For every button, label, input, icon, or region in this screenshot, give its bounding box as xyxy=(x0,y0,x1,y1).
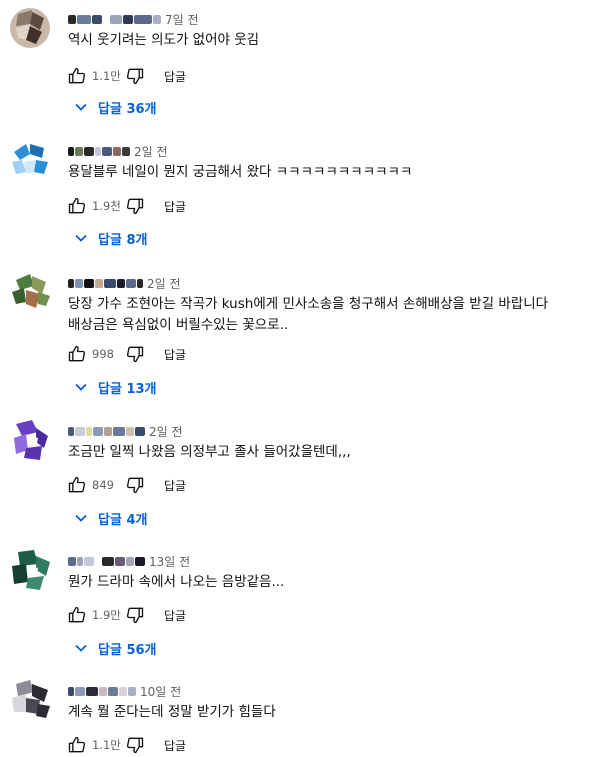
comment-actions: 1.1만 답글 xyxy=(66,733,186,757)
like-count: 998 xyxy=(92,347,114,361)
reply-button[interactable]: 답글 xyxy=(164,607,186,624)
author-name-redacted[interactable] xyxy=(68,14,161,24)
like-icon[interactable] xyxy=(66,65,88,87)
like-count: 1.9천 xyxy=(92,199,121,213)
dislike-icon[interactable] xyxy=(124,343,146,365)
comment-timestamp[interactable]: 2일 전 xyxy=(134,143,168,160)
comment-actions: 849 답글 xyxy=(66,473,186,497)
reply-button[interactable]: 답글 xyxy=(164,198,186,215)
view-replies-button[interactable]: 답글 8개 xyxy=(74,227,147,249)
chevron-down-icon xyxy=(75,103,87,111)
author-line: 2일 전 xyxy=(68,274,181,292)
comment-text: 당장 가수 조현아는 작곡가 kush에게 민사소송을 청구해서 손해배상을 받… xyxy=(68,296,549,333)
avatar[interactable] xyxy=(8,270,52,314)
like-count: 1.9만 xyxy=(92,608,121,622)
chevron-down-icon xyxy=(75,514,87,522)
comment-text: 조금만 일찍 나왔음 의정부고 졸사 들어갔을텐데,,, xyxy=(68,444,351,460)
avatar[interactable] xyxy=(8,548,52,592)
reply-button[interactable]: 답글 xyxy=(164,477,186,494)
author-name-redacted[interactable] xyxy=(68,686,136,696)
chevron-down-icon xyxy=(75,383,87,391)
comment-actions: 1.1만 답글 xyxy=(66,64,186,88)
comment-timestamp[interactable]: 10일 전 xyxy=(140,683,181,700)
like-icon[interactable] xyxy=(66,343,88,365)
author-name-redacted[interactable] xyxy=(68,426,145,436)
author-name-redacted[interactable] xyxy=(68,146,130,156)
reply-button[interactable]: 답글 xyxy=(164,737,186,754)
author-line: 13일 전 xyxy=(68,552,190,570)
author-line: 2일 전 xyxy=(68,422,183,440)
avatar[interactable] xyxy=(8,6,52,50)
dislike-icon[interactable] xyxy=(124,195,146,217)
author-name-redacted[interactable] xyxy=(68,556,145,566)
dislike-icon[interactable] xyxy=(124,65,146,87)
like-count: 1.1만 xyxy=(92,69,121,83)
reply-button[interactable]: 답글 xyxy=(164,68,186,85)
avatar[interactable] xyxy=(8,138,52,182)
replies-count: 답글 36개 xyxy=(98,101,157,117)
comment-text: 용달블루 네일이 뭔지 궁금해서 왔다 ㅋㅋㅋㅋㅋㅋㅋㅋㅋㅋㅋ xyxy=(68,164,413,180)
like-icon[interactable] xyxy=(66,604,88,626)
comment-actions: 1.9천 답글 xyxy=(66,194,186,218)
dislike-icon[interactable] xyxy=(124,604,146,626)
replies-count: 답글 56개 xyxy=(98,642,157,658)
avatar[interactable] xyxy=(8,678,52,722)
like-icon[interactable] xyxy=(66,474,88,496)
author-line: 2일 전 xyxy=(68,142,168,160)
comment-timestamp[interactable]: 13일 전 xyxy=(149,553,190,570)
replies-count: 답글 8개 xyxy=(98,232,148,248)
comment-text: 역시 웃기려는 의도가 없어야 웃김 xyxy=(68,32,260,48)
like-count: 849 xyxy=(92,478,114,492)
like-icon[interactable] xyxy=(66,195,88,217)
like-count: 1.1만 xyxy=(92,738,121,752)
replies-count: 답글 13개 xyxy=(98,381,157,397)
view-replies-button[interactable]: 답글 36개 xyxy=(74,96,157,118)
comment-actions: 1.9만 답글 xyxy=(66,603,186,627)
chevron-down-icon xyxy=(75,644,87,652)
author-line: 10일 전 xyxy=(68,682,181,700)
replies-count: 답글 4개 xyxy=(98,512,148,528)
comment-timestamp[interactable]: 7일 전 xyxy=(165,11,199,28)
reply-button[interactable]: 답글 xyxy=(164,346,186,363)
avatar[interactable] xyxy=(8,418,52,462)
dislike-icon[interactable] xyxy=(124,474,146,496)
comment-text: 뭔가 드라마 속에서 나오는 음방같음... xyxy=(68,574,285,590)
comment-timestamp[interactable]: 2일 전 xyxy=(149,423,183,440)
comment-actions: 998 답글 xyxy=(66,342,186,366)
author-line: 7일 전 xyxy=(68,10,199,28)
comment-timestamp[interactable]: 2일 전 xyxy=(147,275,181,292)
author-name-redacted[interactable] xyxy=(68,278,143,288)
view-replies-button[interactable]: 답글 56개 xyxy=(74,637,157,659)
chevron-down-icon xyxy=(75,234,87,242)
view-replies-button[interactable]: 답글 4개 xyxy=(74,507,147,529)
view-replies-button[interactable]: 답글 13개 xyxy=(74,376,157,398)
comment-text: 계속 뭘 준다는데 정말 받기가 힘들다 xyxy=(68,704,276,720)
